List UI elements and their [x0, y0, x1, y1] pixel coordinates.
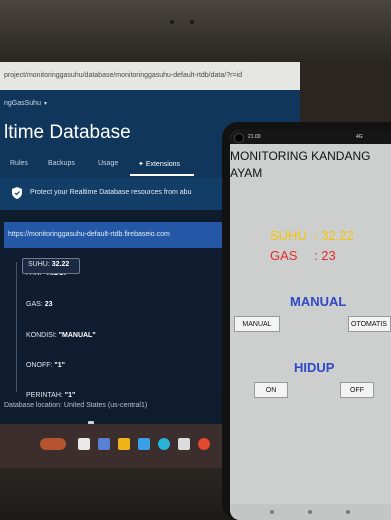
field-value: "1": [54, 362, 65, 369]
folder-icon[interactable]: [118, 438, 130, 450]
phone-screen: 21.00 4G MONITORING KANDANG AYAM SUHU : …: [230, 130, 391, 520]
suhu-value: : 32.22: [314, 228, 354, 243]
browser-url-bar[interactable]: project/monitoringgasuhu/database/monito…: [0, 62, 300, 90]
tab-extensions-label: Extensions: [145, 161, 181, 168]
off-button[interactable]: OFF: [340, 382, 374, 398]
chevron-down-icon: ▾: [43, 101, 47, 107]
mode-title: MANUAL: [290, 294, 347, 309]
otomatis-button[interactable]: OTOMATIS: [348, 316, 391, 332]
field-suhu[interactable]: SUHU: 32.22: [28, 261, 69, 268]
status-clock: 21.00: [248, 134, 261, 140]
app-icon[interactable]: [98, 438, 110, 450]
field-value: "1": [64, 392, 76, 399]
power-status-title: HIDUP: [294, 360, 335, 375]
manual-button[interactable]: MANUAL: [234, 316, 280, 332]
nav-home-icon[interactable]: [308, 510, 312, 514]
tab-rules[interactable]: Rules: [10, 160, 28, 167]
tab-extensions[interactable]: ✦ Extensions: [138, 160, 180, 168]
active-tab-indicator: [130, 174, 194, 176]
extensions-icon: ✦: [138, 161, 146, 168]
nav-back-icon[interactable]: [270, 510, 274, 514]
edge-icon[interactable]: [158, 438, 170, 450]
front-camera: [234, 133, 244, 143]
project-selector[interactable]: ngGasSuhu ▾: [4, 100, 47, 107]
gas-label: GAS: [270, 248, 298, 263]
field-gas[interactable]: GAS: 23: [26, 301, 52, 308]
field-value: 23: [44, 301, 53, 308]
field-kondisi[interactable]: KONDISI: "MANUAL": [26, 332, 96, 339]
project-name: ngGasSuhu: [4, 100, 41, 107]
app-icon[interactable]: [40, 438, 66, 450]
phone: 21.00 4G MONITORING KANDANG AYAM SUHU : …: [222, 122, 391, 520]
field-value: 32.22: [51, 261, 70, 268]
phone-nav-bar: [230, 504, 391, 520]
field-key: SUHU: [28, 261, 48, 268]
app-icon[interactable]: [78, 438, 90, 450]
sensor-dot: [190, 20, 194, 24]
tab-usage[interactable]: Usage: [98, 160, 118, 167]
phone-status-bar: 21.00 4G: [230, 130, 391, 144]
field-onoff[interactable]: ONOFF: "1": [26, 362, 65, 369]
tab-backups[interactable]: Backups: [48, 160, 75, 167]
nav-recents-icon[interactable]: [346, 510, 350, 514]
on-button[interactable]: ON: [254, 382, 288, 398]
browser-icon[interactable]: [198, 438, 210, 450]
app-icon[interactable]: [178, 438, 190, 450]
webcam-dot: [170, 20, 174, 24]
app-icon[interactable]: [138, 438, 150, 450]
field-perintah[interactable]: PERINTAH: "1": [26, 392, 75, 399]
field-key: PERINTAH: [26, 392, 61, 399]
protect-banner-text: Protect your Realtime Database resources…: [30, 189, 192, 196]
tree-connector: [16, 262, 17, 392]
laptop-top-bezel: [0, 0, 391, 62]
suhu-label: SUHU: [270, 228, 307, 243]
field-key: GAS: [26, 301, 41, 308]
database-location: Database location: United States (us-cen…: [4, 402, 148, 409]
gas-value: : 23: [314, 248, 336, 263]
app-title: MONITORING KANDANG AYAM: [230, 149, 371, 180]
field-key: ONOFF: [26, 362, 51, 369]
shield-icon: [12, 187, 22, 199]
field-key: KONDISI: [26, 332, 55, 339]
page-title: ltime Database: [4, 122, 131, 143]
field-value: "MANUAL": [58, 332, 96, 339]
status-signal: 4G: [356, 134, 363, 140]
